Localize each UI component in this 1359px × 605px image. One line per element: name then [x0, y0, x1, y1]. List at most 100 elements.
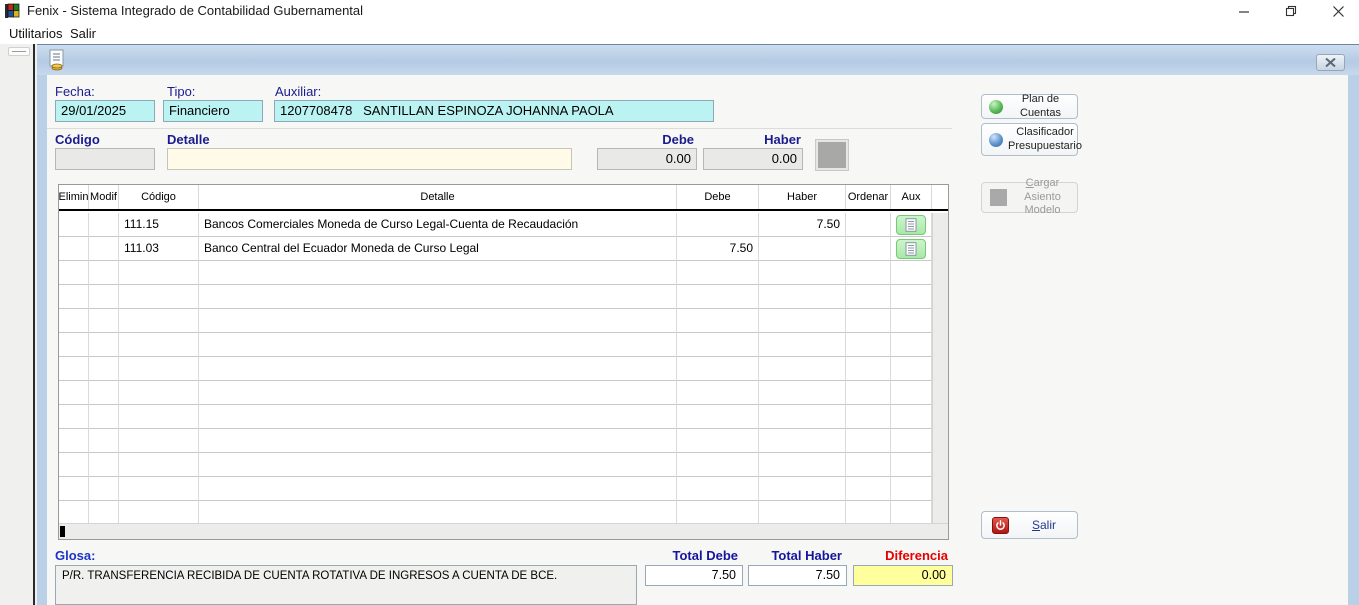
table-cell — [59, 309, 89, 333]
table-cell — [759, 477, 846, 501]
table-row — [59, 333, 932, 357]
table-cell — [59, 333, 89, 357]
table-row — [59, 285, 932, 309]
grid-header-haber: Haber — [759, 185, 846, 209]
haber-entry-input[interactable]: 0.00 — [703, 148, 803, 170]
table-cell — [677, 453, 759, 477]
glosa-label: Glosa: — [55, 548, 95, 563]
minimize-button[interactable] — [1226, 0, 1262, 22]
document-coins-icon — [47, 49, 67, 72]
table-cell — [89, 261, 119, 285]
salir-button[interactable]: Salir — [981, 511, 1078, 539]
detalle-entry-label: Detalle — [167, 132, 210, 147]
table-cell — [759, 333, 846, 357]
salir-label: Salir — [1015, 518, 1077, 533]
aux-document-button[interactable] — [896, 239, 926, 259]
codigo-entry-input[interactable] — [55, 148, 155, 170]
auxiliar-label: Auxiliar: — [275, 84, 321, 99]
restore-icon — [1285, 5, 1297, 17]
debe-entry-input[interactable]: 0.00 — [597, 148, 697, 170]
table-cell — [846, 381, 891, 405]
tipo-input[interactable]: Financiero — [163, 100, 263, 122]
clasificador-label: Clasificador Presupuestario — [1008, 126, 1086, 154]
grid-vertical-scrollbar[interactable] — [932, 213, 948, 525]
table-cell — [199, 501, 677, 525]
table-cell — [59, 213, 89, 237]
table-cell — [199, 477, 677, 501]
table-row[interactable]: 111.15Bancos Comerciales Moneda de Curso… — [59, 213, 932, 237]
table-cell — [119, 477, 199, 501]
table-cell — [119, 261, 199, 285]
table-cell — [891, 453, 932, 477]
table-cell — [677, 357, 759, 381]
table-cell — [846, 285, 891, 309]
child-close-button[interactable] — [1316, 54, 1345, 71]
table-cell — [119, 309, 199, 333]
section-divider — [47, 128, 952, 129]
restore-button[interactable] — [1273, 0, 1309, 22]
gray-square-icon — [990, 189, 1007, 206]
grid-header-detalle: Detalle — [199, 185, 677, 209]
table-cell — [891, 261, 932, 285]
table-cell — [846, 237, 891, 261]
menu-bar: Utilitarios Salir — [0, 22, 1359, 44]
left-collapsed-panel — [0, 44, 35, 605]
table-cell — [89, 333, 119, 357]
table-cell — [199, 285, 677, 309]
minimize-icon — [1238, 5, 1250, 17]
window-title: Fenix - Sistema Integrado de Contabilida… — [27, 3, 363, 18]
table-cell — [199, 453, 677, 477]
table-cell — [119, 501, 199, 525]
asiento-grid: EliminModifCódigoDetalleDebeHaberOrdenar… — [58, 184, 949, 540]
cargar-asiento-label: Cargar Asiento Modelo — [1012, 177, 1077, 218]
grid-header-ordenar: Ordenar — [846, 185, 891, 209]
total-haber-field: 7.50 — [748, 565, 847, 586]
tipo-label: Tipo: — [167, 84, 195, 99]
detalle-entry-input[interactable] — [167, 148, 572, 170]
close-button[interactable] — [1320, 0, 1356, 22]
debe-entry-label: Debe — [597, 132, 694, 147]
table-cell — [199, 429, 677, 453]
clasificador-presupuestario-button[interactable]: Clasificador Presupuestario — [981, 123, 1078, 156]
table-cell — [759, 261, 846, 285]
table-cell — [759, 381, 846, 405]
table-cell — [89, 405, 119, 429]
table-cell — [89, 309, 119, 333]
table-cell — [89, 213, 119, 237]
table-cell — [846, 261, 891, 285]
table-row[interactable]: 111.03Banco Central del Ecuador Moneda d… — [59, 237, 932, 261]
table-cell — [759, 285, 846, 309]
table-cell — [891, 477, 932, 501]
table-cell — [891, 357, 932, 381]
auxiliar-input[interactable]: 1207708478 SANTILLAN ESPINOZA JOHANNA PA… — [274, 100, 714, 122]
table-cell: 111.03 — [119, 237, 199, 261]
table-cell — [759, 429, 846, 453]
table-cell — [199, 405, 677, 429]
menu-salir[interactable]: Salir — [66, 25, 100, 42]
table-cell — [891, 237, 932, 261]
table-cell — [891, 285, 932, 309]
entry-action-button[interactable] — [816, 140, 848, 170]
table-cell — [846, 357, 891, 381]
table-cell: Banco Central del Ecuador Moneda de Curs… — [199, 237, 677, 261]
app-logo-icon — [5, 3, 21, 19]
table-cell — [891, 309, 932, 333]
grid-horizontal-scrollbar[interactable] — [59, 523, 948, 539]
grid-hscroll-thumb[interactable] — [60, 526, 65, 537]
haber-entry-label: Haber — [703, 132, 801, 147]
plan-de-cuentas-button[interactable]: Plan de Cuentas — [981, 94, 1078, 119]
table-cell — [677, 381, 759, 405]
diferencia-label: Diferencia — [853, 548, 948, 563]
glosa-textarea[interactable]: P/R. TRANSFERENCIA RECIBIDA DE CUENTA RO… — [55, 565, 637, 605]
table-cell — [846, 429, 891, 453]
table-cell — [677, 309, 759, 333]
table-cell — [759, 357, 846, 381]
aux-document-button[interactable] — [896, 215, 926, 235]
fecha-input[interactable]: 29/01/2025 — [55, 100, 155, 122]
table-row — [59, 501, 932, 525]
table-cell — [891, 429, 932, 453]
table-cell — [59, 429, 89, 453]
codigo-entry-label: Código — [55, 132, 100, 147]
menu-utilitarios[interactable]: Utilitarios — [5, 25, 66, 42]
panel-grip-handle[interactable] — [8, 47, 30, 56]
